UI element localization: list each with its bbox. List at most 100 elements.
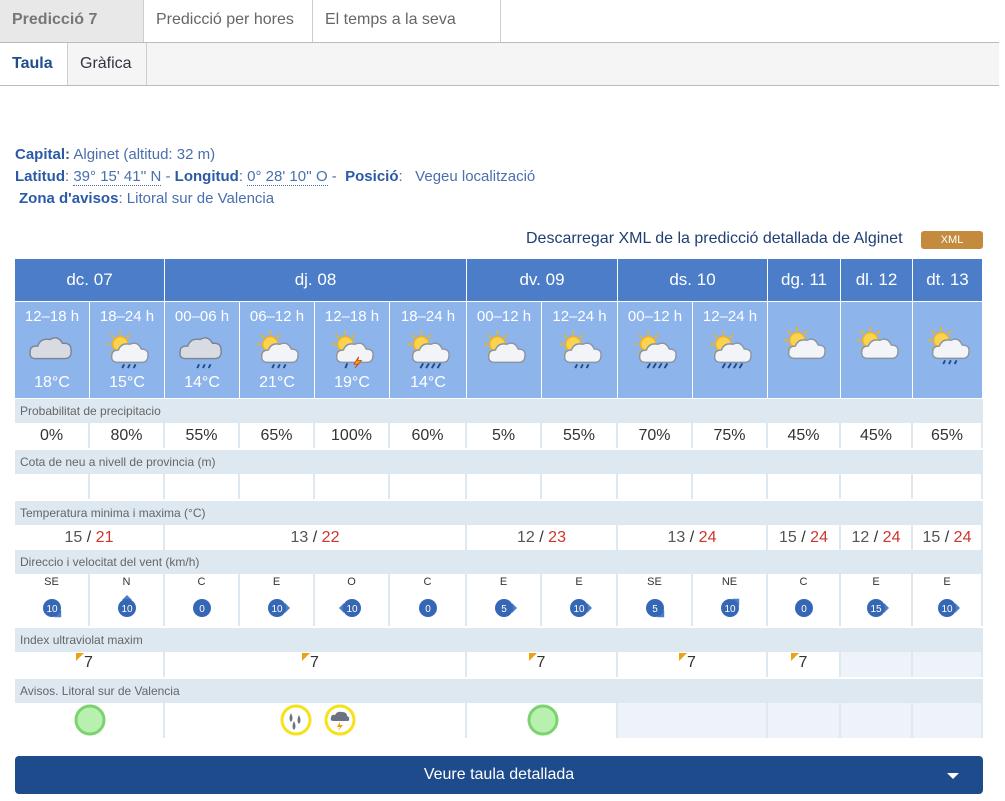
day-header: dt. 13	[913, 259, 983, 301]
wind-direction: E	[575, 576, 583, 588]
precip-cell: 45%	[768, 423, 841, 448]
uv-cell: 7	[618, 652, 768, 677]
precip-cell: 55%	[542, 423, 618, 448]
period-label: 12–18 h	[24, 308, 80, 325]
temp-max: 24	[810, 529, 828, 546]
wind-speed-icon: 0	[192, 599, 211, 617]
uv-cell: 7	[15, 652, 165, 677]
sun-cloud-rain-icon	[257, 330, 299, 369]
sun-cloud-heavy-rain-icon	[710, 330, 752, 369]
wind-speed: 5	[652, 604, 658, 615]
uv-cell	[841, 652, 913, 677]
period-label: 12–24 h	[552, 308, 607, 325]
wind-direction: E	[872, 576, 880, 588]
uv-level-flag-icon	[528, 653, 537, 661]
period-temperature: 14°C	[184, 374, 220, 391]
uv-value: 7	[84, 654, 93, 671]
sun-cloud-rain-icon	[927, 326, 970, 365]
uv-level-flag-icon	[790, 653, 799, 661]
sun-cloud-rain-icon	[559, 330, 602, 369]
xml-button[interactable]: XML	[921, 231, 983, 249]
wind-cell: N 10	[90, 574, 165, 626]
snow-cell	[240, 474, 315, 499]
temp-min: 12	[851, 529, 870, 546]
warning-zone-line: Zona d'avisos: Litoral sur de Valencia	[19, 190, 275, 207]
snow-cell	[15, 474, 90, 499]
temp-min: 13	[667, 529, 686, 546]
position-link[interactable]: Vegeu localització	[415, 168, 535, 185]
tab-7-day-forecast[interactable]: Predicció 7 dies	[0, 0, 144, 68]
yellow-rain-warning-icon[interactable]	[279, 703, 313, 737]
yellow-storm-warning-icon[interactable]	[323, 703, 357, 737]
forecast-period: 00–12 h	[618, 301, 693, 398]
forecast-period	[913, 301, 983, 398]
uv-value: 7	[536, 654, 546, 671]
snow-cell	[315, 474, 390, 499]
forecast-period: 12–24 h	[542, 301, 618, 398]
snow-cell	[165, 474, 240, 499]
wind-speed: 10	[724, 604, 736, 615]
green-level-icon[interactable]	[73, 703, 107, 737]
wind-speed-icon: 5	[645, 599, 664, 618]
wind-speed: 10	[46, 604, 58, 615]
warning-cell	[618, 703, 768, 738]
temp-min-max-cell: 12 / 24	[841, 525, 913, 550]
warning-zone-label: Zona d'avisos	[19, 190, 119, 207]
wind-cell: E5	[467, 574, 542, 626]
forecast-period: 12–24 h	[693, 301, 768, 398]
wind-cell: E 10	[240, 574, 315, 626]
wind-speed-icon: 0	[794, 599, 813, 617]
wind-speed: 5	[501, 604, 507, 615]
tab-table[interactable]: Taula	[0, 43, 68, 85]
wind-direction: C	[197, 576, 206, 588]
temp-min-max-cell: 15 / 21	[15, 525, 165, 550]
tab-chart[interactable]: Gràfica	[68, 43, 147, 85]
green-level-icon[interactable]	[526, 703, 560, 737]
wind-speed-icon: 10	[338, 599, 361, 617]
xml-download-link[interactable]: Descarregar XML de la predicció detallad…	[526, 230, 903, 248]
warning-cell	[841, 703, 913, 738]
tab-weather-widget[interactable]: El temps a la seva web	[313, 0, 501, 68]
row-label-wind: Direccio i velocitat del vent (km/h)	[15, 550, 983, 574]
snow-cell	[841, 474, 913, 499]
temp-min: 12	[517, 529, 535, 546]
capital-line: Capital: Alginet (altitud: 32 m)	[15, 146, 215, 163]
forecast-period: 12–18 h 18°C	[15, 301, 90, 398]
caret-down-icon	[947, 773, 959, 779]
wind-cell: O 10	[315, 574, 390, 626]
day-header: dc. 07	[15, 259, 165, 301]
temp-max: 23	[548, 529, 566, 546]
period-label: 12–24 h	[702, 308, 758, 325]
row-label-temp: Temperatura minima i maxima (°C)	[15, 501, 983, 525]
period-label: 00–06 h	[174, 308, 230, 325]
forecast-period: 12–18 h 19°C	[315, 301, 390, 398]
coordinates-line: Latitud: 39° 15' 41'' N - Longitud: 0° 2…	[15, 168, 536, 186]
forecast-period: 06–12 h 21°C	[240, 301, 315, 398]
position-label: Posició	[345, 168, 399, 185]
wind-speed: 15	[870, 604, 882, 615]
precip-cell: 45%	[841, 423, 913, 448]
precip-cell: 55%	[165, 423, 240, 448]
day-header: dv. 09	[467, 259, 618, 301]
uv-cell	[913, 652, 983, 677]
wind-direction: C	[423, 576, 432, 588]
warning-zone-value: Litoral sur de Valencia	[126, 190, 275, 207]
sun-cloud-heavy-rain-icon	[408, 330, 450, 369]
latitude-label: Latitud	[15, 168, 65, 185]
wind-cell: C0	[390, 574, 467, 626]
sun-cloud-heavy-rain-icon	[635, 330, 677, 369]
longitude-label: Longitud	[174, 168, 239, 185]
wind-cell: E 10	[542, 574, 618, 626]
detailed-table-button[interactable]: Veure taula detallada	[15, 756, 983, 794]
sun-cloud-rain-icon	[107, 330, 149, 369]
wind-direction: C	[799, 576, 808, 588]
tab-hourly-forecast[interactable]: Predicció per hores	[144, 0, 313, 42]
detailed-table-label: Veure taula detallada	[423, 766, 575, 783]
wind-speed-icon: 0	[418, 599, 437, 617]
period-label: 18–24 h	[99, 308, 155, 325]
period-label: 18–24 h	[400, 308, 456, 325]
period-temperature: 14°C	[410, 374, 446, 391]
period-label: 00–12 h	[476, 308, 532, 325]
capital-value: Alginet (altitud: 32 m)	[73, 146, 216, 163]
forecast-period: 00–12 h	[467, 301, 542, 398]
